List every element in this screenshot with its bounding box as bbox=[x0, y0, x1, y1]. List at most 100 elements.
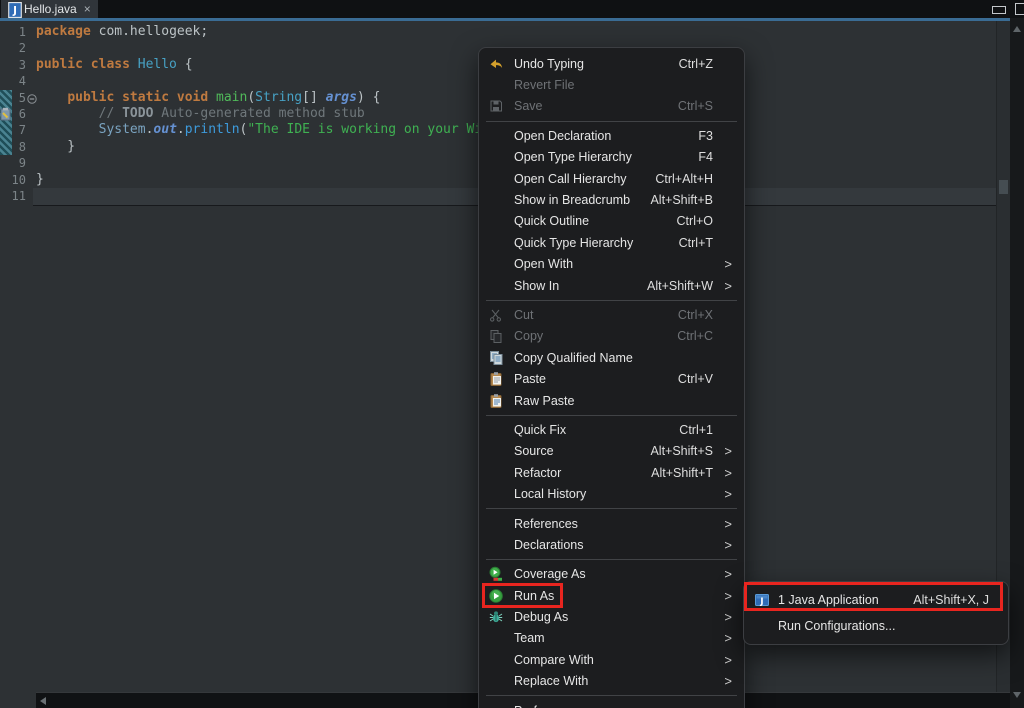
menu-item-label: Show in Breadcrumb bbox=[514, 193, 630, 207]
menu-item-label: Compare With bbox=[514, 653, 594, 667]
menu-item-run-configurations[interactable]: Run Configurations... bbox=[744, 613, 1008, 639]
menu-item-open-type-hierarchy[interactable]: Open Type HierarchyF4 bbox=[479, 147, 744, 168]
menu-item-shortcut: Ctrl+1 bbox=[679, 423, 713, 437]
svg-text:J: J bbox=[12, 5, 17, 17]
menu-item-label: Quick Type Hierarchy bbox=[514, 236, 633, 250]
code-segment: out bbox=[153, 122, 176, 137]
menu-item-shortcut: Alt+Shift+S bbox=[650, 444, 713, 458]
close-icon[interactable]: × bbox=[84, 2, 91, 16]
copy-qualified-icon bbox=[488, 350, 504, 366]
menu-item-source[interactable]: SourceAlt+Shift+S> bbox=[479, 441, 744, 462]
menu-item-undo-typing[interactable]: Undo TypingCtrl+Z bbox=[479, 53, 744, 74]
menu-item-open-declaration[interactable]: Open DeclarationF3 bbox=[479, 125, 744, 146]
line-number: 9 bbox=[0, 155, 26, 171]
menu-item-label: Undo Typing bbox=[514, 57, 584, 71]
menu-separator bbox=[486, 695, 737, 696]
menu-item-paste[interactable]: PasteCtrl+V bbox=[479, 368, 744, 389]
line-number: 3 bbox=[0, 57, 26, 73]
submenu-arrow-icon: > bbox=[724, 258, 732, 271]
save-icon bbox=[488, 98, 504, 114]
menu-item-open-call-hierarchy[interactable]: Open Call Hierarchy Ctrl+Alt+H bbox=[479, 168, 744, 189]
menu-item-compare-with[interactable]: Compare With > bbox=[479, 649, 744, 670]
menu-item-shortcut: F4 bbox=[698, 150, 713, 164]
code-text: } bbox=[36, 172, 44, 188]
minimize-button[interactable] bbox=[992, 6, 1006, 14]
code-segment: Auto-generated method stub bbox=[153, 106, 364, 121]
code-segment: Hello bbox=[138, 57, 177, 72]
menu-item-declarations[interactable]: Declarations> bbox=[479, 534, 744, 555]
submenu-arrow-icon: > bbox=[724, 675, 732, 688]
paste-icon bbox=[488, 371, 504, 387]
menu-item-label: Quick Outline bbox=[514, 214, 589, 228]
menu-item-local-history[interactable]: Local History> bbox=[479, 483, 744, 504]
code-segment: ( bbox=[247, 90, 255, 105]
code-segment: public class bbox=[36, 57, 130, 72]
menu-item-show-in[interactable]: Show InAlt+Shift+W> bbox=[479, 275, 744, 296]
menu-item-debug-as[interactable]: Debug As> bbox=[479, 606, 744, 627]
menu-item-team[interactable]: Team> bbox=[479, 628, 744, 649]
menu-item-label: Revert File bbox=[514, 78, 574, 92]
menu-item-copy: CopyCtrl+C bbox=[479, 326, 744, 347]
tab-hello-java[interactable]: J Hello.java × bbox=[1, 0, 98, 18]
code-segment: package bbox=[36, 24, 91, 39]
menu-item-quick-fix[interactable]: Quick Fix Ctrl+1 bbox=[479, 419, 744, 440]
menu-item-raw-paste[interactable]: Raw Paste bbox=[479, 390, 744, 411]
line-number: 11 bbox=[0, 188, 26, 204]
copy-icon bbox=[488, 328, 504, 344]
code-segment: main bbox=[216, 90, 247, 105]
menu-separator bbox=[486, 559, 737, 560]
menu-item-label: Open Call Hierarchy bbox=[514, 172, 627, 186]
menu-item-references[interactable]: References> bbox=[479, 513, 744, 534]
menu-item-replace-with[interactable]: Replace With > bbox=[479, 671, 744, 692]
line-number: 5 bbox=[0, 90, 26, 106]
menu-item-label: Source bbox=[514, 444, 554, 458]
code-line-1[interactable]: 1package com.hellogeek; bbox=[0, 24, 996, 40]
menu-item-show-in-breadcrumb[interactable]: Show in Breadcrumb Alt+Shift+B bbox=[479, 189, 744, 210]
scroll-up-arrow-icon[interactable] bbox=[1013, 26, 1021, 32]
menu-item-shortcut: Ctrl+T bbox=[679, 236, 713, 250]
code-segment: // bbox=[99, 106, 122, 121]
vertical-scrollbar[interactable] bbox=[1010, 18, 1024, 708]
code-segment: ) { bbox=[357, 90, 380, 105]
code-segment bbox=[36, 90, 67, 105]
menu-item-label: Local History bbox=[514, 487, 586, 501]
submenu-arrow-icon: > bbox=[724, 653, 732, 666]
editor-bottom-corner bbox=[0, 692, 36, 708]
menu-item-preferences[interactable]: Preferences bbox=[479, 700, 744, 708]
menu-item-label: Declarations bbox=[514, 538, 583, 552]
annotation-box-java-application bbox=[744, 582, 1003, 611]
scroll-left-arrow-icon[interactable] bbox=[40, 697, 46, 705]
menu-item-label: Replace With bbox=[514, 674, 588, 688]
menu-item-label: Copy bbox=[514, 329, 543, 343]
menu-item-label: Show In bbox=[514, 279, 559, 293]
editor-tab-bar: J Hello.java × bbox=[0, 0, 1024, 18]
cut-icon bbox=[488, 307, 504, 323]
menu-item-label: Preferences bbox=[514, 704, 581, 708]
code-text: System.out.println("The IDE is working o… bbox=[36, 122, 482, 138]
menu-item-revert-file: Revert File bbox=[479, 74, 744, 95]
menu-item-copy-qualified-name[interactable]: Copy Qualified Name bbox=[479, 347, 744, 368]
menu-item-refactor[interactable]: RefactorAlt+Shift+T> bbox=[479, 462, 744, 483]
menu-item-coverage-as[interactable]: Coverage As> bbox=[479, 564, 744, 585]
menu-item-label: Raw Paste bbox=[514, 394, 574, 408]
menu-item-shortcut: Alt+Shift+B bbox=[650, 193, 713, 207]
code-text: // TODO Auto-generated method stub bbox=[36, 106, 365, 122]
menu-item-label: Quick Fix bbox=[514, 423, 566, 437]
submenu-arrow-icon: > bbox=[724, 632, 732, 645]
scroll-down-arrow-icon[interactable] bbox=[1013, 692, 1021, 698]
menu-separator bbox=[486, 415, 737, 416]
menu-item-shortcut: Ctrl+Alt+H bbox=[655, 172, 713, 186]
menu-item-shortcut: Ctrl+S bbox=[678, 99, 713, 113]
menu-item-open-with[interactable]: Open With> bbox=[479, 254, 744, 275]
submenu-arrow-icon: > bbox=[724, 517, 732, 530]
menu-separator bbox=[486, 300, 737, 301]
menu-item-label: Save bbox=[514, 99, 543, 113]
code-segment: [] bbox=[302, 90, 325, 105]
menu-item-quick-outline[interactable]: Quick OutlineCtrl+O bbox=[479, 211, 744, 232]
eclipse-workbench: J Hello.java × 1package com.hellogeek;23… bbox=[0, 0, 1024, 708]
menu-item-label: Copy Qualified Name bbox=[514, 351, 633, 365]
maximize-button[interactable] bbox=[1015, 3, 1024, 15]
menu-item-quick-type-hierarchy[interactable]: Quick Type Hierarchy Ctrl+T bbox=[479, 232, 744, 253]
code-segment: args bbox=[326, 90, 357, 105]
code-segment bbox=[130, 57, 138, 72]
